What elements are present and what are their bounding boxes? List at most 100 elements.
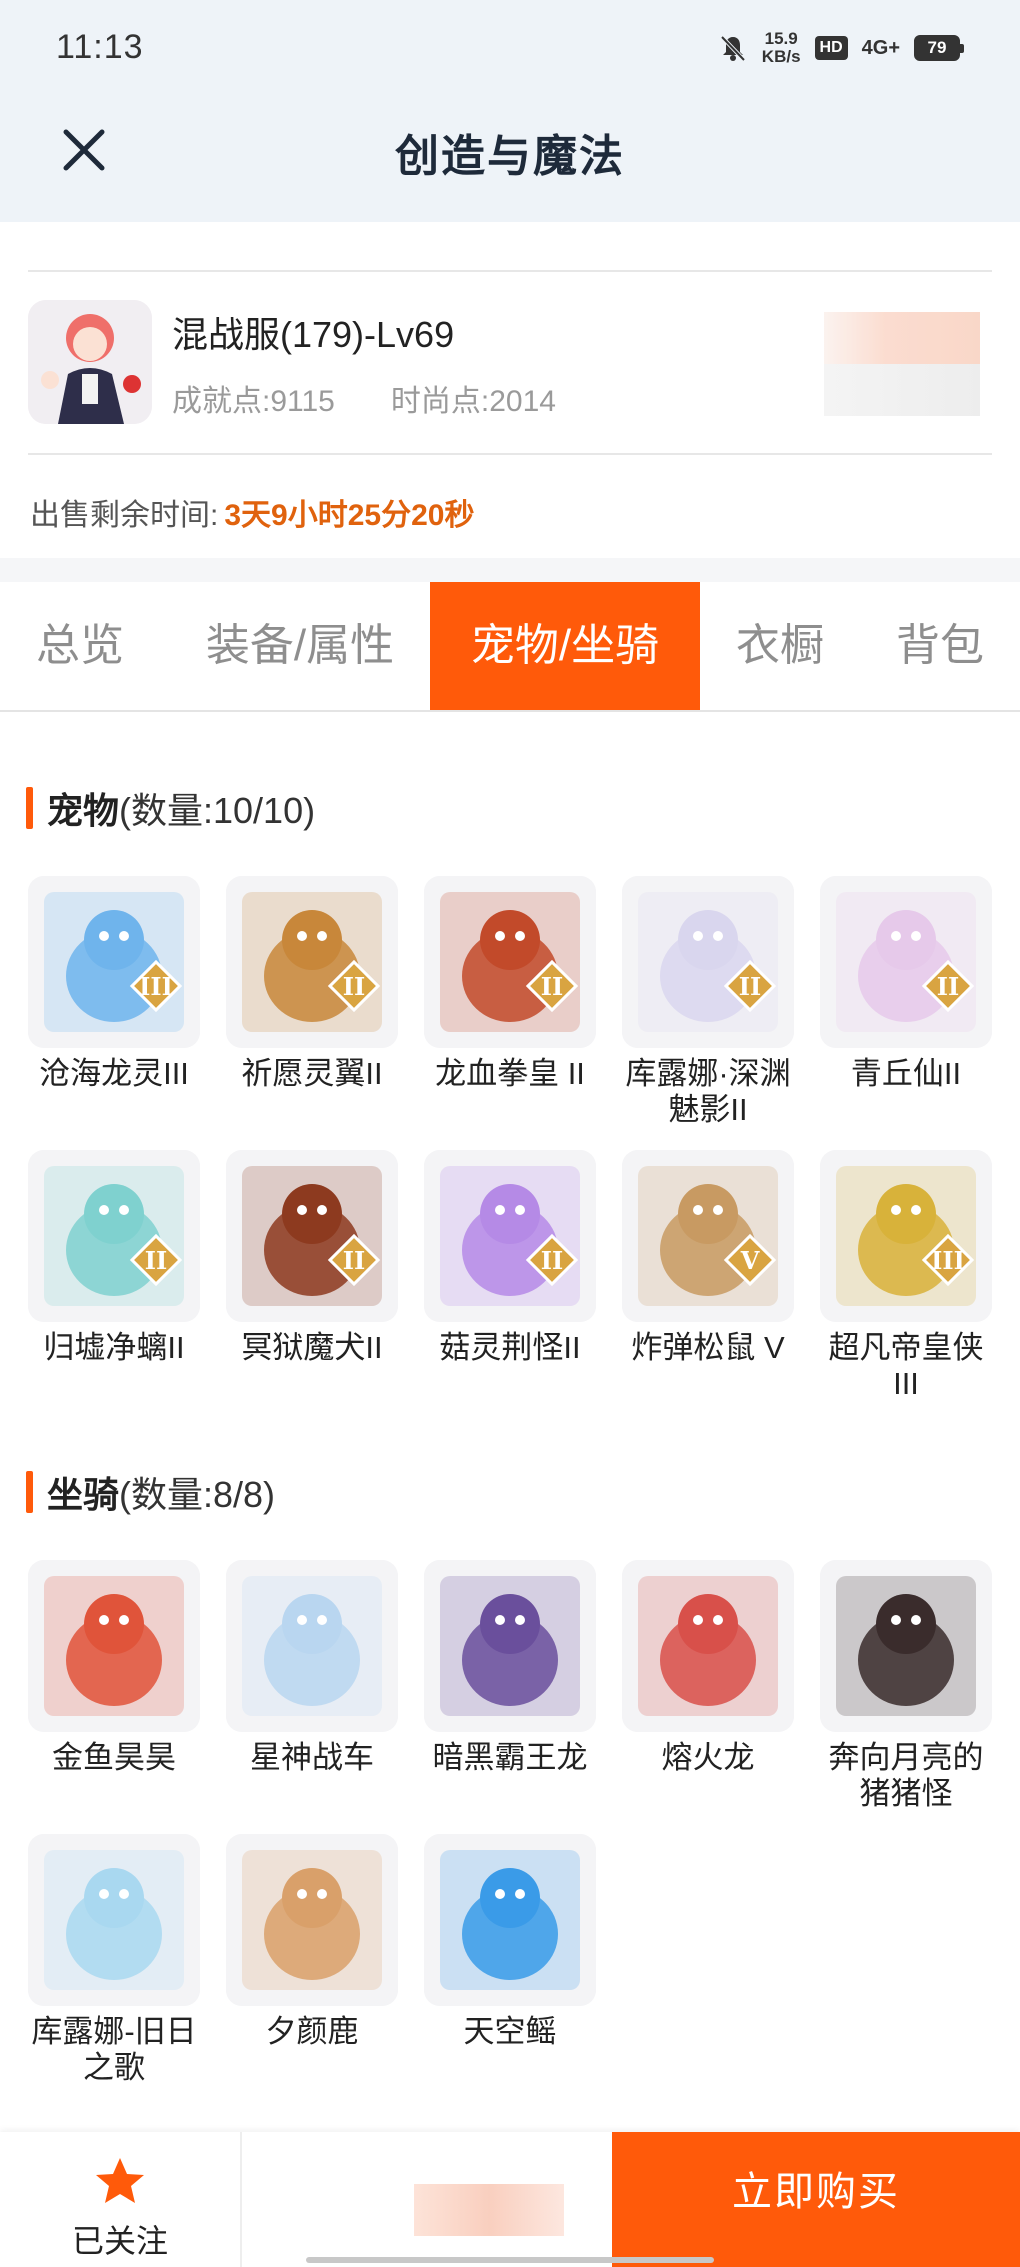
character-card[interactable]: 混战服(179)-Lv69 成就点:9115 时尚点:2014 <box>28 270 992 455</box>
status-icons: 15.9 KB/s HD 4G+ 79 <box>718 29 964 66</box>
pet-thumbnail: V <box>622 1150 794 1322</box>
battery-icon: 79 <box>914 35 964 61</box>
mount-thumbnail <box>28 1834 200 2006</box>
network-indicator: 4G+ <box>861 36 900 59</box>
mount-thumbnail <box>424 1834 596 2006</box>
character-name: 混战服(179)-Lv69 <box>172 314 455 355</box>
mount-item[interactable]: 星神战车 <box>226 1560 398 1776</box>
mounts-section-title: 坐骑 (数量:8/8) <box>26 1466 275 1518</box>
section-accent-bar <box>26 787 33 829</box>
hd-badge: HD <box>814 36 848 60</box>
mount-thumbnail <box>226 1560 398 1732</box>
pet-item[interactable]: II 库露娜·深渊魅影II <box>622 876 794 1128</box>
section-accent-bar <box>26 1471 33 1513</box>
pet-name: 炸弹松鼠 V <box>631 1330 785 1365</box>
mount-name: 夕颜鹿 <box>265 2014 359 2049</box>
mount-thumbnail <box>622 1560 794 1732</box>
pets-section-title: 宠物 (数量:10/10) <box>26 782 315 834</box>
svg-text:II: II <box>343 1246 365 1275</box>
mount-item[interactable]: 暗黑霸王龙 <box>424 1560 596 1776</box>
svg-text:II: II <box>145 1246 167 1275</box>
pet-name: 龙血拳皇 II <box>435 1056 585 1091</box>
section-divider <box>0 558 1020 582</box>
home-indicator <box>306 2257 714 2263</box>
character-stats: 成就点:9115 时尚点:2014 <box>172 376 556 420</box>
svg-text:III: III <box>931 1246 965 1275</box>
pet-name: 祈愿灵翼II <box>241 1056 383 1091</box>
svg-text:II: II <box>937 972 959 1001</box>
mount-item[interactable]: 夕颜鹿 <box>226 1834 398 2050</box>
mute-bell-icon <box>720 35 746 62</box>
tab-equipment[interactable]: 装备/属性 <box>170 582 430 710</box>
status-bar: 11:13 15.9 KB/s HD 4G+ 79 <box>0 0 1020 100</box>
svg-text:V: V <box>740 1246 760 1275</box>
pet-thumbnail: II <box>226 1150 398 1322</box>
mount-thumbnail <box>820 1560 992 1732</box>
pet-item[interactable]: V 炸弹松鼠 V <box>622 1150 794 1366</box>
tab-overview[interactable]: 总览 <box>0 582 160 710</box>
pet-thumbnail: II <box>820 876 992 1048</box>
remaining-time-value: 3天9小时25分20秒 <box>224 499 475 532</box>
pet-name: 冥狱魔犬II <box>241 1330 383 1365</box>
pet-item[interactable]: II 龙血拳皇 II <box>424 876 596 1092</box>
achievement-points: 成就点:9115 <box>172 385 335 418</box>
price-blur <box>414 2184 564 2236</box>
tab-backpack[interactable]: 背包 <box>860 582 1020 710</box>
pet-thumbnail: II <box>424 876 596 1048</box>
tab-wardrobe[interactable]: 衣橱 <box>705 582 855 710</box>
mount-item[interactable]: 奔向月亮的猪猪怪 <box>820 1560 992 1812</box>
pet-thumbnail: II <box>226 876 398 1048</box>
mount-thumbnail <box>226 1834 398 2006</box>
pet-item[interactable]: II 归墟净螭II <box>28 1150 200 1366</box>
pet-item[interactable]: II 祈愿灵翼II <box>226 876 398 1092</box>
mount-name: 奔向月亮的猪猪怪 <box>828 1740 984 1811</box>
mount-thumbnail <box>424 1560 596 1732</box>
pet-thumbnail: III <box>820 1150 992 1322</box>
mount-item[interactable]: 库露娜-旧日之歌 <box>28 1834 200 2086</box>
star-icon <box>96 2158 144 2203</box>
buy-now-button[interactable]: 立即购买 <box>612 2132 1020 2267</box>
pet-thumbnail: II <box>622 876 794 1048</box>
pet-name: 超凡帝皇侠III <box>828 1330 984 1401</box>
mounts-count: (数量:8/8) <box>119 1474 276 1515</box>
svg-text:II: II <box>739 972 761 1001</box>
pet-name: 菇灵荆怪II <box>439 1330 581 1365</box>
title-bar: 创造与魔法 <box>0 100 1020 222</box>
pets-count: (数量:10/10) <box>119 790 316 831</box>
status-time: 11:13 <box>56 28 144 66</box>
svg-text:III: III <box>139 972 173 1001</box>
mount-name: 金鱼昊昊 <box>52 1740 176 1775</box>
mount-name: 天空鳐 <box>463 2014 557 2049</box>
tab-pets-mounts[interactable]: 宠物/坐骑 <box>430 582 700 710</box>
svg-text:II: II <box>343 972 365 1001</box>
mount-name: 熔火龙 <box>661 1740 755 1775</box>
pet-name: 归墟净螭II <box>43 1330 185 1365</box>
follow-button[interactable]: 已关注 <box>0 2132 242 2267</box>
svg-text:II: II <box>541 972 563 1001</box>
mount-thumbnail <box>28 1560 200 1732</box>
pet-name: 沧海龙灵III <box>39 1056 189 1091</box>
pet-item[interactable]: II 菇灵荆怪II <box>424 1150 596 1366</box>
fashion-points: 时尚点:2014 <box>390 385 556 418</box>
mount-name: 库露娜-旧日之歌 <box>31 2014 197 2085</box>
pet-thumbnail: II <box>28 1150 200 1322</box>
pet-item[interactable]: III 超凡帝皇侠III <box>820 1150 992 1402</box>
pet-thumbnail: II <box>424 1150 596 1322</box>
mount-item[interactable]: 熔火龙 <box>622 1560 794 1776</box>
pet-item[interactable]: II 冥狱魔犬II <box>226 1150 398 1366</box>
pet-item[interactable]: II 青丘仙II <box>820 876 992 1092</box>
mount-item[interactable]: 金鱼昊昊 <box>28 1560 200 1776</box>
pet-thumbnail: III <box>28 876 200 1048</box>
pet-name: 库露娜·深渊魅影II <box>625 1056 791 1127</box>
price-blur <box>824 312 980 416</box>
character-avatar <box>28 300 152 424</box>
net-speed: 15.9 KB/s <box>761 29 801 66</box>
pet-name: 青丘仙II <box>850 1056 962 1091</box>
bottom-action-bar: 已关注 立即购买 <box>0 2132 1020 2267</box>
mount-name: 暗黑霸王龙 <box>432 1740 588 1775</box>
svg-text:II: II <box>541 1246 563 1275</box>
page-title: 创造与魔法 <box>395 132 625 181</box>
mount-item[interactable]: 天空鳐 <box>424 1834 596 2050</box>
pet-item[interactable]: III 沧海龙灵III <box>28 876 200 1092</box>
sale-remaining-time: 出售剩余时间: 3天9小时25分20秒 <box>30 499 475 532</box>
